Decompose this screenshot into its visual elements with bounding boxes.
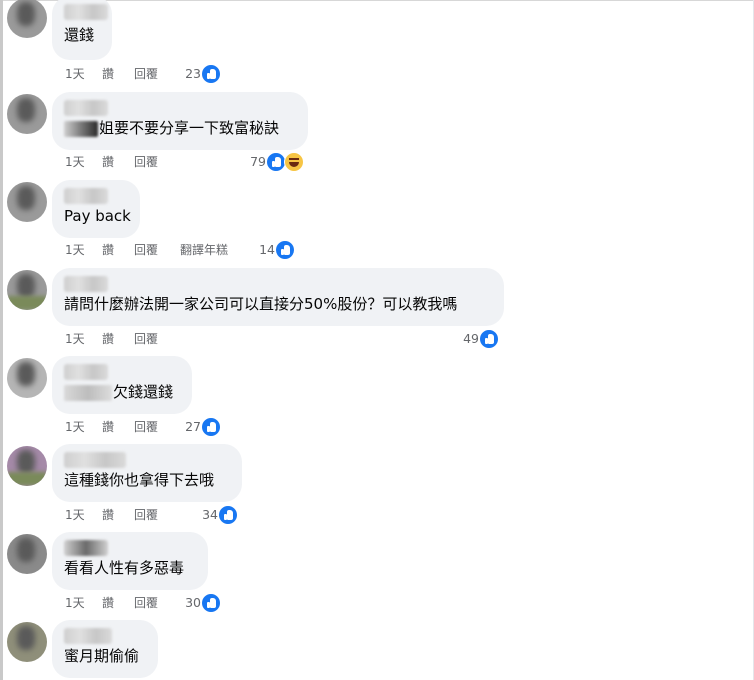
- reaction-summary[interactable]: 30: [181, 593, 221, 613]
- timestamp-link[interactable]: 1天: [65, 418, 85, 436]
- author-name-blurred[interactable]: [64, 540, 108, 556]
- like-count: 14: [259, 242, 275, 257]
- like-button[interactable]: 讚: [102, 65, 114, 83]
- reply-button[interactable]: 回覆: [134, 594, 158, 612]
- comment-bubble: 蜜月期偷偷: [52, 620, 158, 678]
- like-button[interactable]: 讚: [102, 330, 114, 348]
- author-name-blurred[interactable]: [64, 364, 108, 380]
- like-count: 23: [185, 66, 201, 81]
- reaction-summary[interactable]: 49: [459, 329, 499, 349]
- like-icon: [266, 152, 286, 172]
- like-icon: [201, 417, 221, 437]
- comment-text: 姐要不要分享一下致富秘訣: [99, 119, 280, 137]
- comment-text: 這種錢你也拿得下去哦: [64, 471, 215, 489]
- like-button[interactable]: 讚: [102, 594, 114, 612]
- avatar[interactable]: [7, 270, 47, 310]
- like-button[interactable]: 讚: [102, 153, 114, 171]
- timestamp-link[interactable]: 1天: [65, 65, 85, 83]
- avatar[interactable]: [7, 94, 47, 134]
- timestamp-link[interactable]: 1天: [65, 506, 85, 524]
- like-count: 34: [202, 507, 218, 522]
- comment-bubble: 看看人性有多惡毒: [52, 532, 208, 590]
- like-button[interactable]: 讚: [102, 506, 114, 524]
- author-name-blurred[interactable]: [64, 276, 108, 292]
- reaction-summary[interactable]: 27: [183, 417, 221, 437]
- avatar[interactable]: [7, 534, 47, 574]
- like-icon: [479, 329, 499, 349]
- author-name-blurred[interactable]: [64, 4, 108, 20]
- like-button[interactable]: 讚: [102, 241, 114, 259]
- top-border: [0, 0, 754, 1]
- like-icon: [218, 505, 238, 525]
- comment-text: Pay back: [64, 207, 131, 225]
- like-count: 30: [185, 595, 201, 610]
- translate-link[interactable]: 翻譯年糕: [180, 241, 228, 259]
- avatar[interactable]: [7, 0, 47, 38]
- avatar[interactable]: [7, 622, 47, 662]
- timestamp-link[interactable]: 1天: [65, 330, 85, 348]
- like-count: 49: [463, 331, 479, 346]
- comment-bubble: Pay back: [52, 180, 140, 238]
- author-name-blurred[interactable]: [64, 188, 108, 204]
- reaction-summary[interactable]: 23: [180, 64, 221, 84]
- reply-button[interactable]: 回覆: [134, 241, 158, 259]
- comment-bubble: 請問什麼辦法開一家公司可以直接分50%股份？可以教我嗎: [52, 268, 504, 326]
- comment-bubble: 這種錢你也拿得下去哦: [52, 444, 242, 502]
- like-count: 27: [185, 419, 201, 434]
- like-icon: [201, 64, 221, 84]
- reaction-summary[interactable]: 34: [198, 505, 238, 525]
- avatar[interactable]: [7, 182, 47, 222]
- mention-blurred[interactable]: [64, 384, 112, 401]
- like-icon: [201, 593, 221, 613]
- left-border: [0, 0, 3, 680]
- comment-bubble: 姐要不要分享一下致富秘訣: [52, 92, 308, 150]
- like-icon: [275, 240, 295, 260]
- timestamp-link[interactable]: 1天: [65, 594, 85, 612]
- comment-text: 還錢: [64, 26, 95, 44]
- comment-text: 請問什麼辦法開一家公司可以直接分50%股份？可以教我嗎: [64, 295, 458, 313]
- mention-blurred[interactable]: [64, 120, 98, 137]
- avatar[interactable]: [7, 446, 47, 486]
- reply-button[interactable]: 回覆: [134, 65, 158, 83]
- reply-button[interactable]: 回覆: [134, 153, 158, 171]
- like-button[interactable]: 讚: [102, 418, 114, 436]
- comment-text: 看看人性有多惡毒: [64, 559, 185, 577]
- author-name-blurred[interactable]: [64, 628, 112, 644]
- author-name-blurred[interactable]: [64, 452, 126, 468]
- comment-text-row: 姐要不要分享一下致富秘訣: [64, 118, 296, 138]
- comment-text: 欠錢還錢: [113, 383, 174, 401]
- reply-button[interactable]: 回覆: [134, 418, 158, 436]
- reply-button[interactable]: 回覆: [134, 506, 158, 524]
- reaction-summary[interactable]: 14: [255, 240, 295, 260]
- timestamp-link[interactable]: 1天: [65, 241, 85, 259]
- comment-text: 蜜月期偷偷: [64, 647, 140, 665]
- reaction-summary[interactable]: 79: [246, 152, 304, 172]
- like-count: 79: [250, 154, 266, 169]
- haha-icon: [284, 152, 304, 172]
- comment-text-row: 欠錢還錢: [64, 382, 180, 402]
- reply-button[interactable]: 回覆: [134, 330, 158, 348]
- timestamp-link[interactable]: 1天: [65, 153, 85, 171]
- comment-bubble: 欠錢還錢: [52, 356, 192, 414]
- avatar[interactable]: [7, 358, 47, 398]
- author-name-blurred[interactable]: [64, 100, 108, 116]
- comment-bubble: 還錢: [52, 0, 112, 60]
